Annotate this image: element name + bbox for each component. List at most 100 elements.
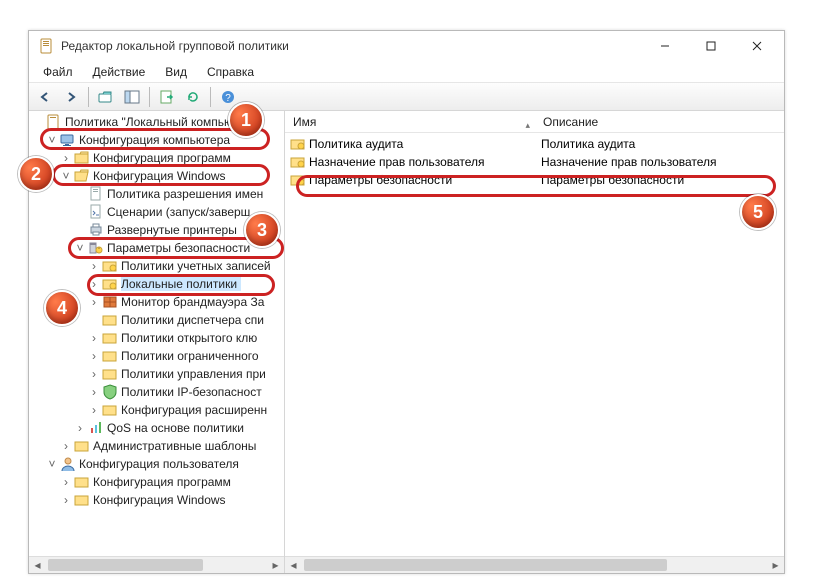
- tree-item-name-resolution[interactable]: Политика разрешения имен: [31, 185, 284, 203]
- collapse-icon[interactable]: ˅: [59, 169, 73, 183]
- tree-label: Административные шаблоны: [93, 439, 260, 453]
- policy-tree: Политика "Локальный компью ˅ Конфигураци…: [29, 111, 284, 511]
- minimize-button[interactable]: [642, 31, 688, 61]
- menu-file[interactable]: Файл: [35, 63, 81, 81]
- screenshot-root: Редактор локальной групповой политики Фа…: [0, 0, 813, 588]
- app-window: Редактор локальной групповой политики Фа…: [28, 30, 785, 574]
- body-split: Политика "Локальный компью ˅ Конфигураци…: [29, 111, 784, 573]
- tree-item-computer-config[interactable]: ˅ Конфигурация компьютера: [31, 131, 284, 149]
- list-item-security-options[interactable]: Параметры безопасности Параметры безопас…: [285, 171, 784, 189]
- folder-icon: [102, 312, 118, 328]
- tree-label: Сценарии (запуск/заверш: [107, 205, 254, 219]
- menu-view[interactable]: Вид: [157, 63, 195, 81]
- tree-label: Конфигурация программ: [93, 151, 235, 165]
- scroll-thumb[interactable]: [304, 559, 667, 571]
- printer-icon: [88, 222, 104, 238]
- expand-icon[interactable]: ›: [87, 403, 101, 417]
- list-item-user-rights[interactable]: Назначение прав пользователя Назначение …: [285, 153, 784, 171]
- tree-item-user-windows[interactable]: › Конфигурация Windows: [31, 491, 284, 509]
- tree-item-user-software[interactable]: › Конфигурация программ: [31, 473, 284, 491]
- tree-item-scripts[interactable]: Сценарии (запуск/заверш: [31, 203, 284, 221]
- tree-item-deployed-printers[interactable]: Развернутые принтеры: [31, 221, 284, 239]
- expand-icon[interactable]: ›: [87, 385, 101, 399]
- expand-icon[interactable]: ›: [87, 331, 101, 345]
- expand-icon[interactable]: ›: [59, 439, 73, 453]
- tree-item-software-restriction[interactable]: › Политики ограниченного: [31, 347, 284, 365]
- toolbar: ?: [29, 83, 784, 111]
- expand-icon[interactable]: ›: [59, 475, 73, 489]
- scroll-right-icon[interactable]: ▸: [767, 557, 784, 573]
- folder-icon: [102, 402, 118, 418]
- tree-label: Параметры безопасности: [107, 241, 254, 255]
- expand-icon[interactable]: ›: [87, 277, 101, 291]
- refresh-button[interactable]: [181, 86, 205, 108]
- toolbar-separator: [149, 87, 150, 107]
- script-icon: [88, 204, 104, 220]
- scroll-track[interactable]: [46, 557, 267, 573]
- tree-label: Локальные политики: [121, 277, 241, 291]
- tree-item-account-policies[interactable]: › Политики учетных записей: [31, 257, 284, 275]
- expand-icon[interactable]: ˅: [45, 133, 59, 147]
- tree-item-app-control[interactable]: › Политики управления при: [31, 365, 284, 383]
- column-name[interactable]: Имя: [285, 115, 535, 129]
- tree-item-security-settings[interactable]: ˅ Параметры безопасности: [31, 239, 284, 257]
- expand-icon[interactable]: ›: [87, 295, 101, 309]
- list-scroll[interactable]: Политика аудита Политика аудита Назначен…: [285, 133, 784, 556]
- expand-icon[interactable]: ›: [87, 367, 101, 381]
- scroll-right-icon[interactable]: ▸: [267, 557, 284, 573]
- tree-label: Политика разрешения имен: [107, 187, 267, 201]
- tree-root[interactable]: Политика "Локальный компью: [31, 113, 284, 131]
- up-button[interactable]: [94, 86, 118, 108]
- scroll-thumb[interactable]: [48, 559, 203, 571]
- tree-label: Политики IP-безопасност: [121, 385, 266, 399]
- computer-icon: [60, 132, 76, 148]
- tree-item-public-key[interactable]: › Политики открытого клю: [31, 329, 284, 347]
- tree-item-firewall[interactable]: › Монитор брандмауэра За: [31, 293, 284, 311]
- forward-button[interactable]: [59, 86, 83, 108]
- tree-scroll[interactable]: Политика "Локальный компью ˅ Конфигураци…: [29, 111, 284, 556]
- tree-label: Политика "Локальный компью: [65, 115, 237, 129]
- cell-name: Назначение прав пользователя: [309, 155, 485, 169]
- menu-action[interactable]: Действие: [85, 63, 154, 81]
- tree-item-network-list[interactable]: Политики диспетчера спи: [31, 311, 284, 329]
- tree-label: Развернутые принтеры: [107, 223, 241, 237]
- tree-label: Конфигурация программ: [93, 475, 235, 489]
- tree-item-windows-settings[interactable]: ˅ Конфигурация Windows: [31, 167, 284, 185]
- show-hide-tree-button[interactable]: [120, 86, 144, 108]
- menu-bar: Файл Действие Вид Справка: [29, 61, 784, 83]
- tree-horizontal-scrollbar[interactable]: ◂ ▸: [29, 556, 284, 573]
- expand-icon[interactable]: ›: [87, 259, 101, 273]
- tree-item-user-config[interactable]: ˅ Конфигурация пользователя: [31, 455, 284, 473]
- tree-item-admin-templates[interactable]: › Административные шаблоны: [31, 437, 284, 455]
- firewall-icon: [102, 294, 118, 310]
- tree-item-local-policies[interactable]: › Локальные политики: [31, 275, 284, 293]
- expand-icon[interactable]: ›: [59, 151, 73, 165]
- close-button[interactable]: [734, 31, 780, 61]
- tree-label: Политики учетных записей: [121, 259, 275, 273]
- scroll-left-icon[interactable]: ◂: [285, 557, 302, 573]
- scroll-track[interactable]: [302, 557, 767, 573]
- help-button[interactable]: ?: [216, 86, 240, 108]
- shield-icon: [102, 384, 118, 400]
- expand-icon[interactable]: ›: [87, 349, 101, 363]
- folder-icon: [74, 438, 90, 454]
- maximize-button[interactable]: [688, 31, 734, 61]
- expand-icon[interactable]: ›: [73, 421, 87, 435]
- list-item-audit-policy[interactable]: Политика аудита Политика аудита: [285, 135, 784, 153]
- tree-label: Политики открытого клю: [121, 331, 261, 345]
- tree-item-ipsec[interactable]: › Политики IP-безопасност: [31, 383, 284, 401]
- collapse-icon[interactable]: ˅: [45, 457, 59, 471]
- list-horizontal-scrollbar[interactable]: ◂ ▸: [285, 556, 784, 573]
- scroll-left-icon[interactable]: ◂: [29, 557, 46, 573]
- tree-item-qos[interactable]: › QoS на основе политики: [31, 419, 284, 437]
- tree-item-advanced-audit[interactable]: › Конфигурация расширенн: [31, 401, 284, 419]
- cell-name: Политика аудита: [309, 137, 403, 151]
- list-pane: Имя Описание Политика аудита Политика ау…: [285, 111, 784, 573]
- export-list-button[interactable]: [155, 86, 179, 108]
- column-description[interactable]: Описание: [535, 115, 784, 129]
- menu-help[interactable]: Справка: [199, 63, 262, 81]
- collapse-icon[interactable]: ˅: [73, 241, 87, 255]
- back-button[interactable]: [33, 86, 57, 108]
- expand-icon[interactable]: ›: [59, 493, 73, 507]
- tree-item-software-settings[interactable]: › Конфигурация программ: [31, 149, 284, 167]
